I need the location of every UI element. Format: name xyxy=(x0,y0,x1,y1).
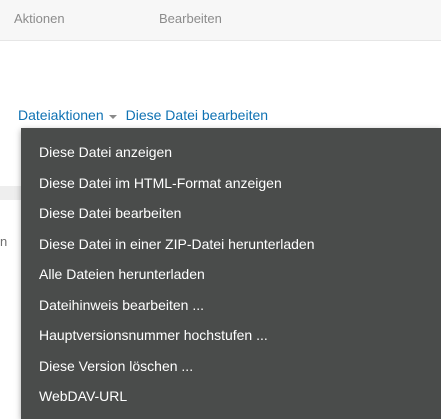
actions-tab[interactable]: Aktionen xyxy=(14,11,65,26)
menu-item-download-all[interactable]: Alle Dateien herunterladen xyxy=(39,265,205,283)
menu-item-delete-version[interactable]: Diese Version löschen ... xyxy=(39,357,193,375)
menu-item-edit-file-note[interactable]: Dateihinweis bearbeiten ... xyxy=(39,296,204,314)
caret-down-icon xyxy=(108,114,117,119)
menu-item-webdav-url[interactable]: WebDAV-URL xyxy=(39,387,127,405)
menu-item-download-zip[interactable]: Diese Datei in einer ZIP-Datei herunterl… xyxy=(39,235,314,253)
toolbar: Aktionen Bearbeiten xyxy=(0,0,441,41)
menu-item-edit-file[interactable]: Diese Datei bearbeiten xyxy=(39,204,181,222)
file-actions-menu: Diese Datei anzeigen Diese Datei im HTML… xyxy=(21,128,441,419)
file-actions-dropdown[interactable]: Dateiaktionen xyxy=(18,107,117,123)
edit-tab[interactable]: Bearbeiten xyxy=(159,11,222,26)
edit-file-link[interactable]: Diese Datei bearbeiten xyxy=(126,107,268,123)
file-actions-label: Dateiaktionen xyxy=(18,107,104,123)
file-actions-bar: Dateiaktionen Diese Datei bearbeiten xyxy=(18,105,268,125)
background-text: n xyxy=(0,234,8,249)
menu-item-view-html[interactable]: Diese Datei im HTML-Format anzeigen xyxy=(39,174,282,192)
menu-item-promote-major-version[interactable]: Hauptversionsnummer hochstufen ... xyxy=(39,326,268,344)
menu-item-view-file[interactable]: Diese Datei anzeigen xyxy=(39,143,172,161)
